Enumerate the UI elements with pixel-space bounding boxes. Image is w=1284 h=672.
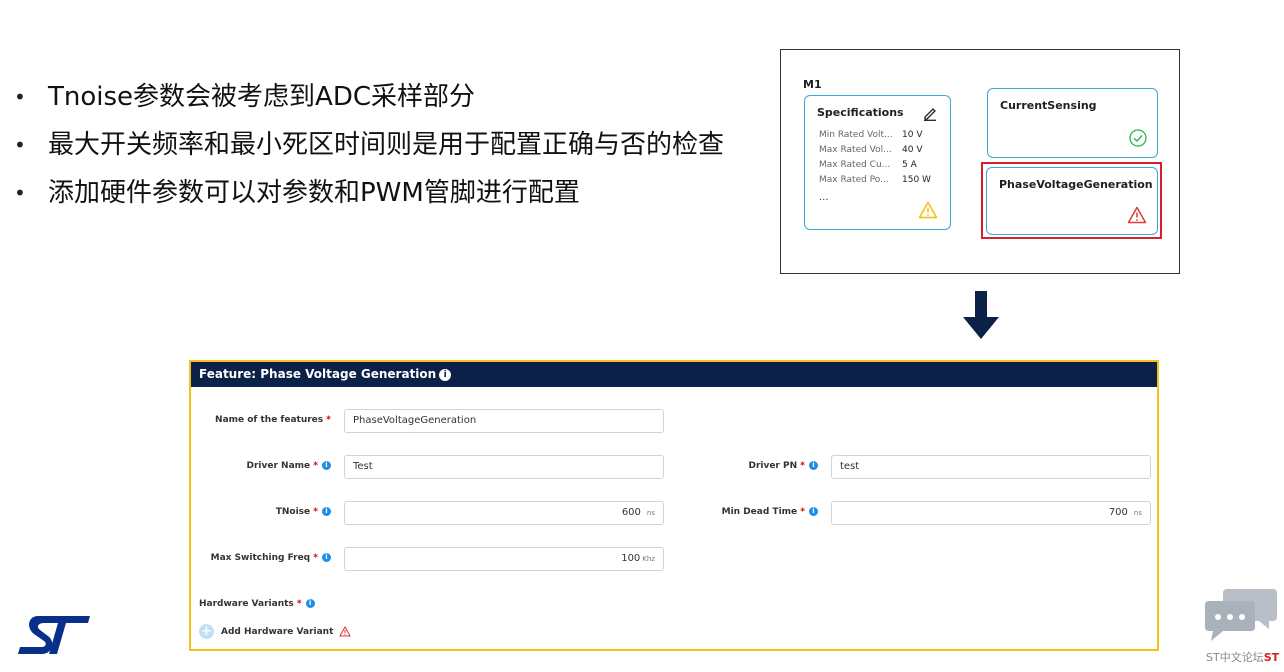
label-text: Driver PN [748,461,798,471]
current-sensing-card[interactable]: CurrentSensing [987,88,1158,158]
min-dead-time-label: Min Dead Time * i [722,507,818,517]
input-value: 600 [621,507,641,518]
input-value: Test [353,461,373,472]
forum-watermark: ST中文论坛ST [1206,649,1279,665]
driver-pn-label: Driver PN * i [748,461,818,471]
warning-icon [1127,206,1147,224]
info-icon[interactable]: i [809,461,818,470]
info-icon[interactable]: i [322,507,331,516]
max-switching-freq-input[interactable]: 100 Khz [344,547,664,571]
spec-name: Max Rated Vol... [819,145,892,155]
input-value: test [840,461,860,472]
label-text: Hardware Variants [199,599,294,609]
info-icon[interactable]: i [809,507,818,516]
required-mark: * [313,507,318,517]
required-mark: * [313,553,318,563]
driver-pn-input[interactable]: test [831,455,1151,479]
down-arrow-icon [963,291,999,339]
info-icon[interactable]: i [322,461,331,470]
label-text: TNoise [275,507,311,517]
spec-row: Min Rated Volt... 10 V [819,130,931,145]
m1-panel: M1 Specifications Min Rated Volt... 10 V… [780,49,1180,274]
required-mark: * [313,461,318,471]
feature-form: Feature: Phase Voltage Generation i Name … [189,360,1159,651]
phase-voltage-card[interactable]: PhaseVoltageGeneration [986,167,1158,235]
spec-list: Min Rated Volt... 10 V Max Rated Vol... … [819,130,931,190]
warning-icon [918,201,938,219]
max-switching-freq-label: Max Switching Freq * i [211,553,331,563]
m1-title: M1 [803,78,822,91]
unit-label: ns [1133,509,1142,517]
bullet-item: Tnoise参数会被考虑到ADC采样部分 [14,80,724,128]
spec-value: 150 W [902,175,931,185]
unit-label: ns [646,509,655,517]
required-mark: * [326,415,331,425]
spec-row: Max Rated Po... 150 W [819,175,931,190]
min-dead-time-input[interactable]: 700 ns [831,501,1151,525]
unit-label: Khz [642,555,655,563]
bullet-item: 添加硬件参数可以对参数和PWM管脚进行配置 [14,176,724,224]
spec-row: Max Rated Vol... 40 V [819,145,931,160]
bullet-item: 最大开关频率和最小死区时间则是用于配置正确与否的检查 [14,128,724,176]
add-hardware-variant-button[interactable]: + Add Hardware Variant [199,624,352,639]
tnoise-label: TNoise * i [276,507,331,517]
warning-icon [339,626,352,637]
required-mark: * [800,461,805,471]
info-icon[interactable]: i [305,599,315,608]
st-logo [18,616,90,654]
driver-name-label: Driver Name * i [247,461,331,471]
info-icon[interactable]: i [322,553,331,562]
spec-value: 10 V [902,130,923,140]
required-mark: * [800,507,805,517]
label-text: Driver Name [246,461,311,471]
label-text: Min Dead Time [721,507,798,517]
edit-icon[interactable] [922,105,938,121]
specifications-title: Specifications [817,106,904,119]
info-icon[interactable]: i [439,368,452,381]
specifications-card[interactable]: Specifications Min Rated Volt... 10 V Ma… [804,95,951,230]
spec-value: 5 A [902,160,917,170]
feature-name-input[interactable]: PhaseVoltageGeneration [344,409,664,433]
spec-value: 40 V [902,145,923,155]
phase-voltage-title: PhaseVoltageGeneration [999,178,1153,191]
spec-name: Max Rated Cu... [819,160,891,170]
spec-row: Max Rated Cu... 5 A [819,160,931,175]
forum-text: ST中文论坛 [1206,651,1264,664]
feature-header: Feature: Phase Voltage Generation i [191,362,1157,387]
required-mark: * [296,599,302,609]
spec-name: Max Rated Po... [819,175,889,185]
label-text: Name of the features [215,415,324,425]
input-value: 700 [1108,507,1128,518]
name-of-features-label: Name of the features * [215,415,331,425]
label-text: Max Switching Freq [210,553,311,563]
forum-st: ST [1263,651,1280,664]
input-value: PhaseVoltageGeneration [353,415,477,426]
input-value: 100 [621,553,641,564]
check-circle-icon [1129,129,1147,147]
spec-name: Min Rated Volt... [819,130,893,140]
spec-more: ... [819,192,829,203]
hardware-variants-label: Hardware Variants * i [199,599,315,609]
add-hardware-variant-label: Add Hardware Variant [221,626,334,637]
chat-bubble-icon [1205,589,1277,641]
feature-title: Feature: Phase Voltage Generation [199,367,437,381]
plus-circle-icon[interactable]: + [199,624,214,639]
driver-name-input[interactable]: Test [344,455,664,479]
tnoise-input[interactable]: 600 ns [344,501,664,525]
bullet-list: Tnoise参数会被考虑到ADC采样部分 最大开关频率和最小死区时间则是用于配置… [14,80,724,224]
current-sensing-title: CurrentSensing [1000,99,1097,112]
